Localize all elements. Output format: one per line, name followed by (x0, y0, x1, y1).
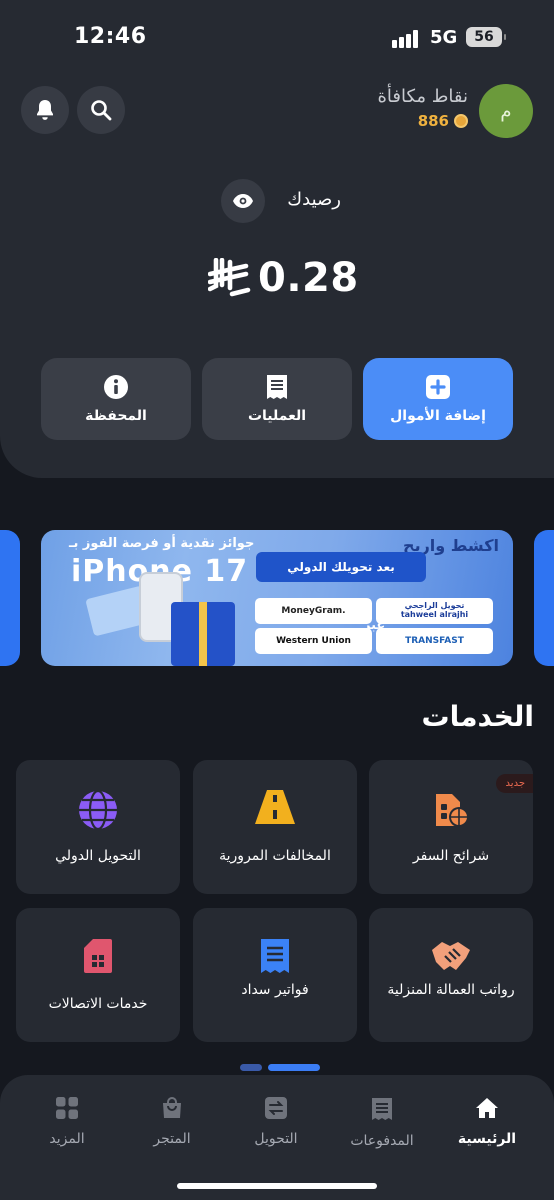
nav-label: المدفوعات (350, 1133, 414, 1149)
network-type: 5G (430, 27, 458, 48)
nav-transfer[interactable]: التحويل (226, 1097, 326, 1147)
service-label: التحويل الدولي (55, 848, 141, 864)
grid-icon (56, 1097, 78, 1119)
balance-amount: 0.28 (208, 250, 359, 306)
promo-win-text: جوائز نقدية أو فرصة الفوز بـ (69, 536, 255, 551)
gift-box-icon (171, 602, 235, 666)
carousel-next-slide[interactable] (534, 530, 554, 666)
pager-dot[interactable] (240, 1064, 262, 1071)
search-button[interactable] (77, 86, 125, 134)
bell-icon (37, 100, 53, 120)
service-label: المخالفات المرورية (219, 848, 331, 864)
home-icon (476, 1098, 498, 1118)
promo-banner[interactable]: اكشط واربح جوائز نقدية أو فرصة الفوز بـ … (41, 530, 513, 666)
add-funds-button[interactable]: إضافة الأموال (363, 358, 513, 440)
bottom-navigation: الرئيسية المدفوعات التحويل المتجر المزيد (0, 1075, 554, 1200)
nav-payments[interactable]: المدفوعات (332, 1097, 432, 1149)
home-indicator[interactable] (177, 1183, 377, 1189)
receipt-icon (267, 375, 287, 399)
services-title: الخدمات (421, 700, 534, 733)
new-badge: جديد (495, 774, 533, 793)
status-time: 12:46 (74, 24, 147, 49)
store-icon (163, 1097, 181, 1118)
payments-icon (372, 1098, 392, 1120)
service-telecom[interactable]: خدمات الاتصالات (16, 908, 180, 1042)
avatar[interactable]: م (479, 84, 533, 138)
promo-after-text: بعد تحويلك الدولي (256, 552, 426, 582)
search-icon (91, 100, 112, 121)
reward-points-value: 886 (417, 112, 449, 130)
notifications-button[interactable] (21, 86, 69, 134)
riyal-symbol-icon (208, 258, 251, 297)
info-icon (104, 375, 128, 399)
coin-icon (454, 114, 468, 128)
moneygram-logo: MoneyGram. (255, 598, 372, 624)
wallet-label: المحفظة (85, 408, 147, 424)
plus-icon (426, 375, 450, 399)
road-icon (255, 790, 295, 824)
nav-label: المتجر (153, 1131, 191, 1147)
transfast-logo: TRANSFAST (376, 628, 493, 654)
service-traffic-violations[interactable]: المخالفات المرورية (193, 760, 357, 894)
eye-icon (233, 194, 253, 208)
transfer-icon (265, 1097, 287, 1119)
service-international-transfer[interactable]: التحويل الدولي (16, 760, 180, 894)
services-pager[interactable] (240, 1064, 320, 1072)
bill-icon (261, 939, 289, 973)
nav-home[interactable]: الرئيسية (437, 1097, 537, 1147)
esim-globe-icon (436, 794, 469, 827)
nav-store[interactable]: المتجر (122, 1097, 222, 1147)
service-label: فواتير سداد (241, 982, 309, 998)
service-sadad-bills[interactable]: فواتير سداد (193, 908, 357, 1042)
sim-card-icon (84, 939, 112, 973)
reward-points-label[interactable]: نقاط مكافأة (377, 86, 468, 107)
signal-icon (392, 30, 422, 48)
globe-icon (79, 790, 117, 830)
carousel-prev-slide[interactable] (0, 530, 20, 666)
battery-icon: 56 (466, 27, 506, 47)
balance-label: رصيدك (287, 189, 341, 210)
nav-label: التحويل (254, 1131, 298, 1147)
add-funds-label: إضافة الأموال (390, 408, 486, 424)
nav-label: المزيد (49, 1131, 85, 1147)
nav-label: الرئيسية (457, 1131, 517, 1147)
reward-points[interactable]: 886 (418, 112, 468, 130)
wallet-button[interactable]: المحفظة (41, 358, 191, 440)
western-union-logo: Western Union (255, 628, 372, 654)
transactions-button[interactable]: العمليات (202, 358, 352, 440)
transactions-label: العمليات (247, 408, 307, 424)
alrajhi-logo-en: tahweel alrajhi (400, 610, 469, 619)
alrajhi-logo: تحويل الراجحي tahweel alrajhi (376, 598, 493, 624)
balance-header: رصيدك (221, 179, 341, 223)
service-label: رواتب العمالة المنزلية (387, 982, 515, 998)
status-bar: 12:46 5G 56 (0, 0, 554, 70)
service-domestic-worker-salaries[interactable]: رواتب العمالة المنزلية (369, 908, 533, 1042)
toggle-balance-button[interactable] (221, 179, 265, 223)
service-label: خدمات الاتصالات (48, 996, 148, 1012)
handshake-icon (432, 942, 470, 970)
nav-more[interactable]: المزيد (17, 1097, 117, 1147)
service-travel-esim[interactable]: جديد شرائح السفر (369, 760, 533, 894)
pager-dot-active[interactable] (268, 1064, 320, 1071)
service-label: شرائح السفر (412, 848, 490, 864)
balance-value: 0.28 (258, 255, 359, 301)
